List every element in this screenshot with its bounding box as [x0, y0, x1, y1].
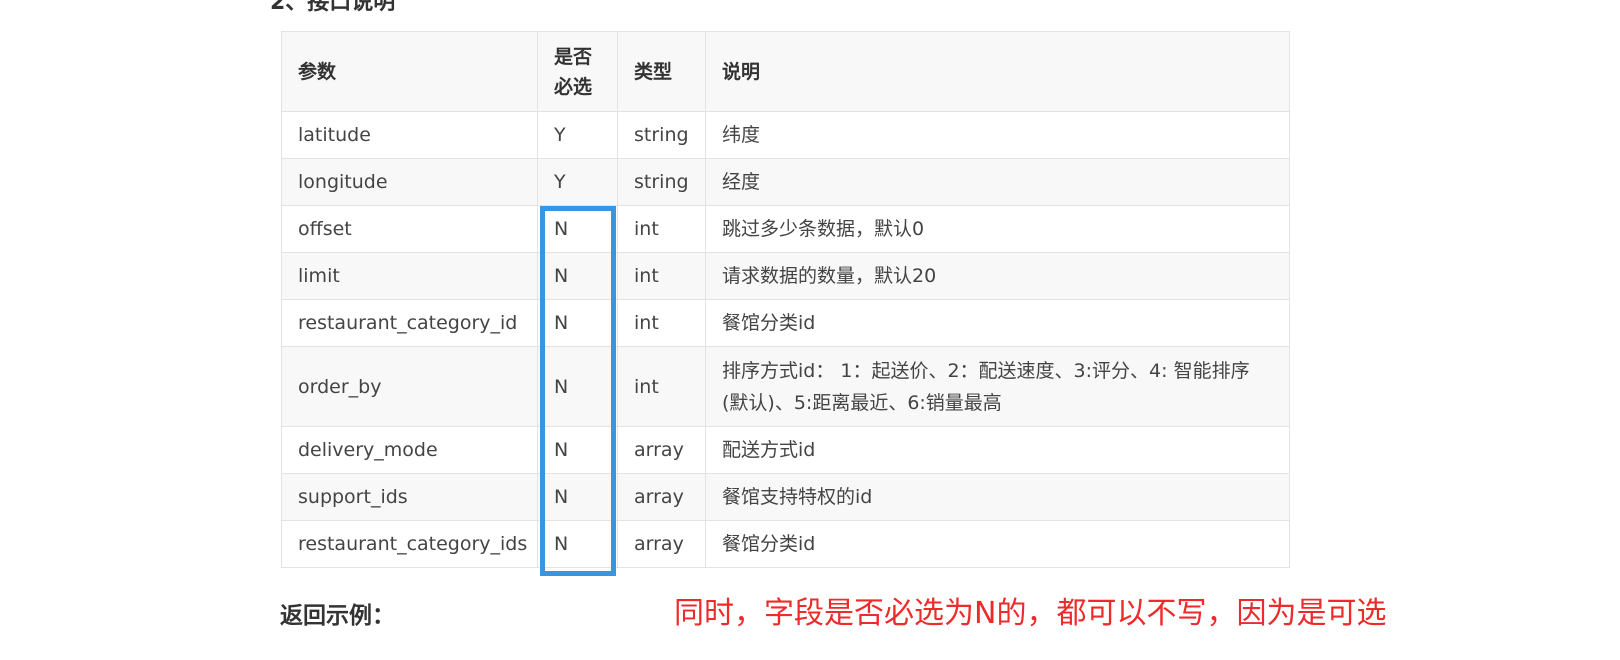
cell-type: array: [617, 520, 706, 568]
cell-param: delivery_mode: [281, 426, 538, 474]
cell-param: support_ids: [281, 473, 538, 521]
cell-desc: 排序方式id： 1：起送价、2：配送速度、3:评分、4: 智能排序(默认)、5:…: [705, 346, 1290, 427]
table-header-row: 参数 是否必选 类型 说明: [281, 31, 1290, 112]
cell-desc: 请求数据的数量，默认20: [705, 252, 1290, 300]
table-row: restaurant_category_id N int 餐馆分类id: [281, 299, 1290, 347]
cell-param: latitude: [281, 111, 538, 159]
cell-param: restaurant_category_id: [281, 299, 538, 347]
header-param: 参数: [281, 31, 538, 112]
cell-desc: 餐馆支持特权的id: [705, 473, 1290, 521]
cell-desc: 配送方式id: [705, 426, 1290, 474]
cell-desc: 纬度: [705, 111, 1290, 159]
table-row: support_ids N array 餐馆支持特权的id: [281, 473, 1290, 521]
cell-type: string: [617, 111, 706, 159]
cell-required: Y: [537, 158, 618, 206]
cell-param: restaurant_category_ids: [281, 520, 538, 568]
header-desc: 说明: [705, 31, 1290, 112]
table-row: limit N int 请求数据的数量，默认20: [281, 252, 1290, 300]
cell-param: order_by: [281, 346, 538, 427]
params-table: 参数 是否必选 类型 说明 latitude Y string 纬度 longi…: [281, 31, 1290, 568]
table-row: offset N int 跳过多少条数据，默认0: [281, 205, 1290, 253]
section-heading-partial: 2、接口说明: [270, 0, 396, 15]
header-type: 类型: [617, 31, 706, 112]
cell-desc: 经度: [705, 158, 1290, 206]
header-required: 是否必选: [537, 31, 618, 112]
red-annotation-note: 同时，字段是否必选为N的，都可以不写，因为是可选: [674, 596, 1387, 631]
cell-desc: 跳过多少条数据，默认0: [705, 205, 1290, 253]
cell-param: offset: [281, 205, 538, 253]
cell-type: array: [617, 473, 706, 521]
cell-type: array: [617, 426, 706, 474]
table-row: restaurant_category_ids N array 餐馆分类id: [281, 520, 1290, 568]
cell-type: int: [617, 252, 706, 300]
cell-type: int: [617, 299, 706, 347]
required-column-highlight-box: [540, 206, 616, 576]
header-required-label: 是否必选: [554, 45, 593, 98]
cell-desc: 餐馆分类id: [705, 299, 1290, 347]
cell-desc: 餐馆分类id: [705, 520, 1290, 568]
table-row: latitude Y string 纬度: [281, 111, 1290, 159]
cell-param: limit: [281, 252, 538, 300]
cell-param: longitude: [281, 158, 538, 206]
table-row: longitude Y string 经度: [281, 158, 1290, 206]
table-row: delivery_mode N array 配送方式id: [281, 426, 1290, 474]
table-row: order_by N int 排序方式id： 1：起送价、2：配送速度、3:评分…: [281, 346, 1290, 427]
cell-type: string: [617, 158, 706, 206]
cell-type: int: [617, 205, 706, 253]
return-example-heading: 返回示例：: [280, 603, 395, 629]
cell-type: int: [617, 346, 706, 427]
cell-required: Y: [537, 111, 618, 159]
